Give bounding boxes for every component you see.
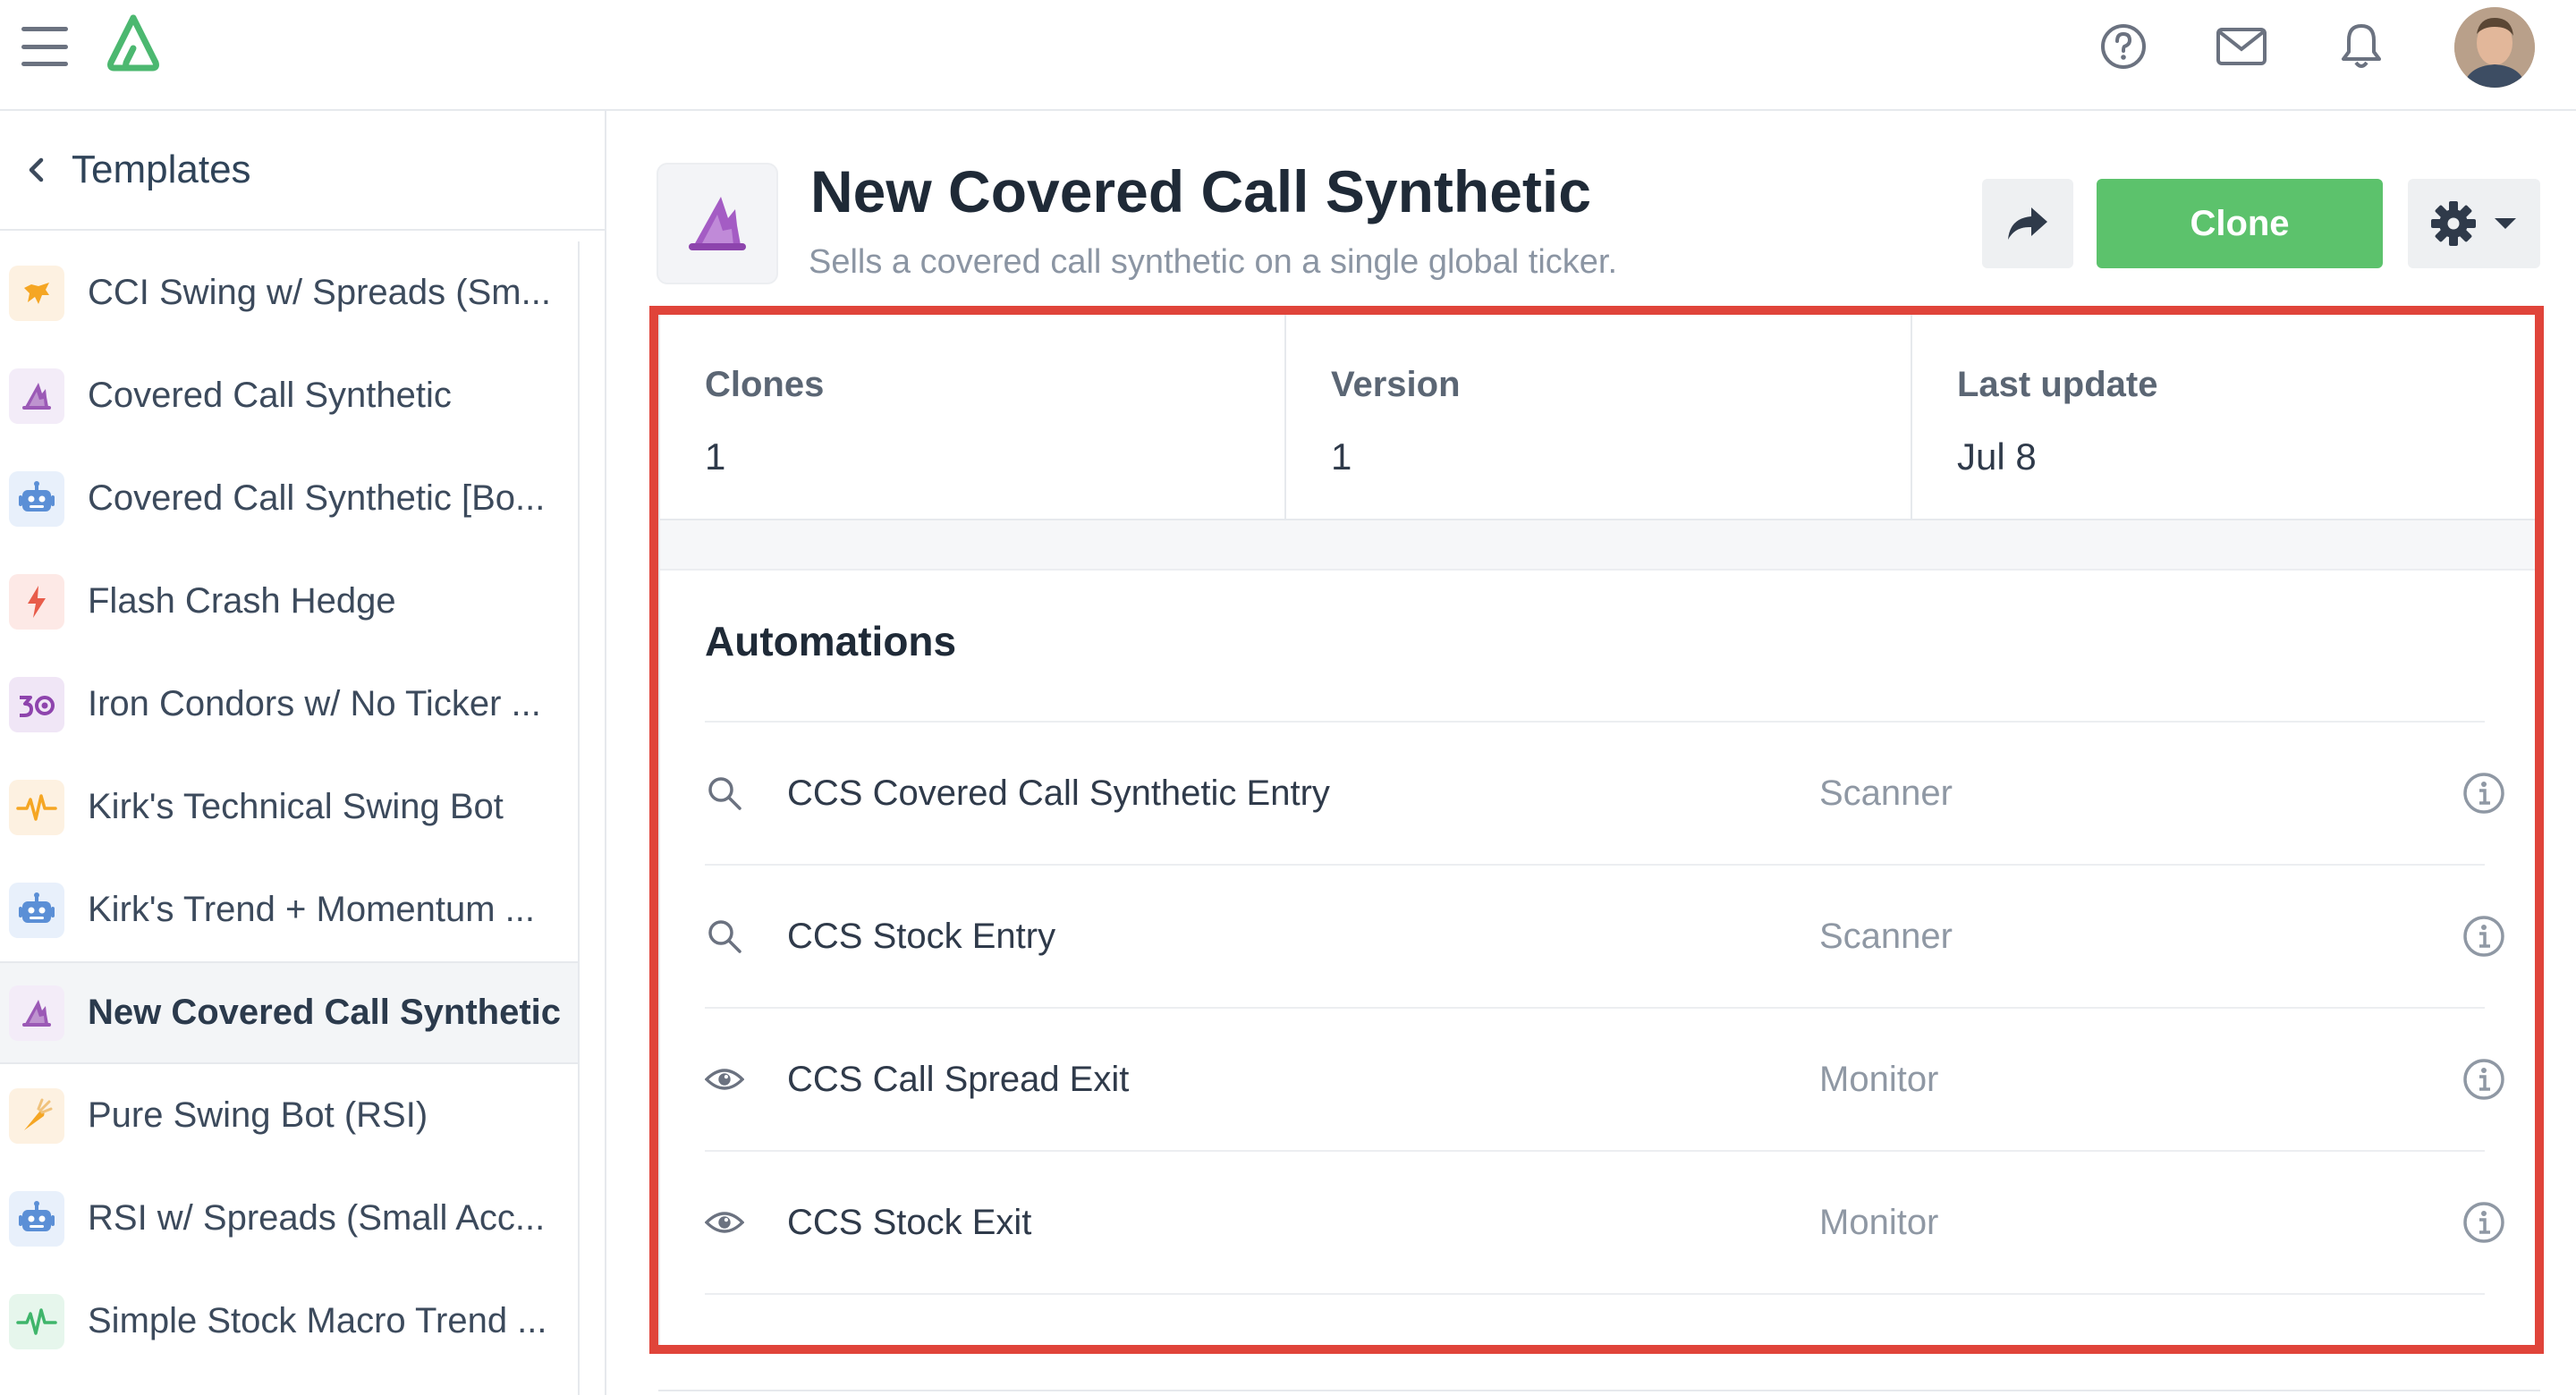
- page-title: New Covered Call Synthetic: [810, 158, 1591, 224]
- search-icon: [705, 917, 744, 956]
- sidebar-item-label: Kirk's Technical Swing Bot: [88, 787, 504, 826]
- stat-version: Version 1: [1286, 315, 1912, 520]
- clone-button[interactable]: Clone: [2097, 179, 2383, 268]
- stat-value: 1: [705, 435, 726, 478]
- sidebar-item[interactable]: Kirk's Technical Swing Bot: [0, 756, 578, 858]
- robot-icon: [9, 1190, 64, 1247]
- sidebar-item[interactable]: Kirk's Trend + Momentum ...: [0, 858, 578, 961]
- robot-icon: [9, 882, 64, 938]
- info-icon[interactable]: [2462, 1057, 2506, 1102]
- stat-last-update: Last update Jul 8: [1912, 315, 2538, 520]
- automation-type: Monitor: [1819, 1202, 1939, 1242]
- stat-value: Jul 8: [1957, 435, 2037, 478]
- automation-row[interactable]: CCS Stock Entry Scanner: [705, 866, 2504, 1009]
- sidebar-item-label: Covered Call Synthetic: [88, 376, 452, 415]
- automation-type: Scanner: [1819, 773, 1953, 813]
- sidebar-title: Templates: [72, 148, 251, 191]
- automation-row[interactable]: CCS Covered Call Synthetic Entry Scanner: [705, 723, 2504, 866]
- automation-type: Monitor: [1819, 1059, 1939, 1099]
- pulse-icon: [9, 779, 64, 835]
- stat-clones: Clones 1: [660, 315, 1286, 520]
- automation-name: CCS Stock Entry: [787, 916, 1056, 956]
- share-icon: [2008, 207, 2047, 240]
- sidebar-item-label: CCI Swing w/ Spreads (Sm...: [88, 273, 551, 312]
- sidebar-item[interactable]: Iron Condors w/ No Ticker ...: [0, 653, 578, 756]
- settings-dropdown-button[interactable]: [2408, 179, 2540, 268]
- info-icon[interactable]: [2462, 771, 2506, 816]
- wizard-hat-icon: [689, 197, 746, 250]
- bell-icon[interactable]: [2334, 20, 2388, 73]
- automation-row[interactable]: CCS Call Spread Exit Monitor: [705, 1009, 2504, 1152]
- gear-icon: [2431, 201, 2476, 246]
- stat-label: Version: [1331, 365, 1461, 404]
- info-icon[interactable]: [2462, 914, 2506, 959]
- carrot-icon: [9, 1087, 64, 1144]
- sidebar-item[interactable]: Covered Call Synthetic: [0, 344, 578, 447]
- eye-icon: [705, 1060, 744, 1099]
- sidebar-item-label: Covered Call Synthetic [Bo...: [88, 478, 546, 518]
- wizard-hat-icon: [9, 985, 64, 1041]
- template-list: CCI Swing w/ Spreads (Sm... Covered Call …: [0, 241, 580, 1395]
- sidebar-item[interactable]: Pure Swing Bot (RSI): [0, 1064, 578, 1167]
- top-bar: [0, 0, 2576, 111]
- template-icon: [657, 163, 778, 284]
- share-button[interactable]: [1982, 179, 2073, 268]
- automation-name: CCS Covered Call Synthetic Entry: [787, 773, 1330, 813]
- sidebar-item[interactable]: Covered Call Synthetic [Bo...: [0, 447, 578, 550]
- sidebar-item-label: RSI w/ Spreads (Small Acc...: [88, 1198, 546, 1238]
- caret-down-icon: [2495, 218, 2516, 229]
- mail-icon[interactable]: [2215, 20, 2268, 73]
- sidebar-item-label: Simple Stock Macro Trend ...: [88, 1301, 547, 1340]
- stat-label: Last update: [1957, 365, 2158, 404]
- sidebar-item-label: Flash Crash Hedge: [88, 581, 396, 621]
- stat-label: Clones: [705, 365, 825, 404]
- sidebar: Templates CCI Swing w/ Spreads (Sm... Cov…: [0, 111, 606, 1395]
- info-icon[interactable]: [2462, 1200, 2506, 1245]
- template-details-panel: Clones 1 Version 1 Last update Jul 8 Aut…: [658, 313, 2540, 1348]
- automations-title: Automations: [705, 618, 957, 664]
- divider-band: [660, 520, 2538, 571]
- automations-list: CCS Covered Call Synthetic Entry Scanner C…: [705, 721, 2504, 1295]
- automation-name: CCS Stock Exit: [787, 1202, 1032, 1242]
- search-icon: [705, 774, 744, 813]
- logo-icon[interactable]: [98, 13, 168, 77]
- condor-icon: [9, 676, 64, 732]
- sidebar-item[interactable]: Simple Stock Macro Trend ...: [0, 1270, 578, 1373]
- sidebar-item-label: New Covered Call Synthetic: [88, 993, 562, 1032]
- sidebar-item[interactable]: RSI w/ Spreads (Small Acc...: [0, 1167, 578, 1270]
- automation-row[interactable]: CCS Stock Exit Monitor: [705, 1152, 2504, 1295]
- help-icon[interactable]: [2097, 20, 2150, 73]
- eye-icon: [705, 1203, 744, 1242]
- sidebar-item[interactable]: CCI Swing w/ Spreads (Sm...: [0, 241, 578, 344]
- sidebar-item[interactable]: New Covered Call Synthetic: [0, 961, 578, 1064]
- sidebar-item-label: Kirk's Trend + Momentum ...: [88, 890, 536, 929]
- sidebar-item[interactable]: Flash Crash Hedge: [0, 550, 578, 653]
- stats-row: Clones 1 Version 1 Last update Jul 8: [660, 315, 2538, 520]
- sidebar-header: Templates: [0, 111, 605, 231]
- stat-value: 1: [1331, 435, 1352, 478]
- menu-icon[interactable]: [21, 27, 68, 66]
- pulse-icon: [9, 1293, 64, 1349]
- sidebar-item-label: Iron Condors w/ No Ticker ...: [88, 684, 541, 723]
- sidebar-item-label: Pure Swing Bot (RSI): [88, 1095, 428, 1135]
- divider: [658, 1390, 2540, 1391]
- wizard-hat-icon: [9, 368, 64, 424]
- automation-name: CCS Call Spread Exit: [787, 1059, 1130, 1099]
- robot-icon: [9, 470, 64, 527]
- page-subtitle: Sells a covered call synthetic on a sing…: [809, 243, 1618, 281]
- automation-type: Scanner: [1819, 916, 1953, 956]
- lightning-icon: [9, 573, 64, 630]
- bull-icon: [9, 265, 64, 321]
- avatar[interactable]: [2454, 7, 2535, 88]
- back-chevron-icon[interactable]: [25, 156, 47, 183]
